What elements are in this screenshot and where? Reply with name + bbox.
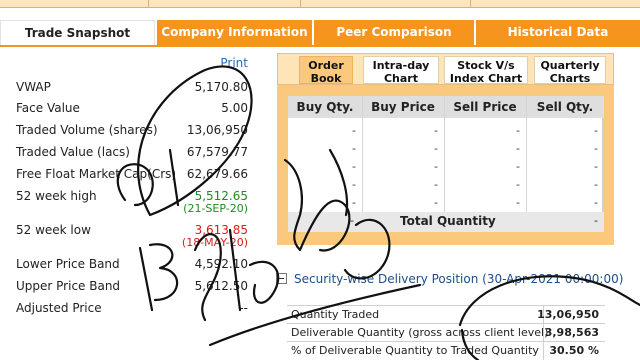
print-link[interactable]: Print [220,56,248,70]
row-label: 52 week low [16,223,91,237]
strip-divider [148,0,149,8]
main-tabs: Trade Snapshot Company Information Peer … [0,20,640,45]
strip-divider [300,0,301,8]
delivery-label: Deliverable Quantity (gross across clien… [291,326,549,339]
row-label: VWAP [16,80,51,94]
total-left-value: - [350,214,354,227]
order-book-cell: - [516,196,520,209]
header-sell-price: Sell Price [453,100,517,114]
order-book-cell: - [352,124,356,137]
row-value: 62,679.66 [186,167,248,181]
delivery-value: 30.50 % [549,344,599,357]
order-book-header: Buy Qty. Buy Price Sell Price Sell Qty. [288,96,604,118]
row-value: 5,170.80 [194,80,248,94]
delivery-value: 3,98,563 [544,326,599,339]
row-date: (21-SEP-20) [183,202,248,215]
delivery-value: 13,06,950 [537,308,599,321]
row-label: 52 week high [16,189,97,203]
order-book-cell: - [352,142,356,155]
order-book-cell: - [352,196,356,209]
row-label: Traded Value (lacs) [16,145,130,159]
order-book-cell: - [516,142,520,155]
order-book-cell: - [434,142,438,155]
order-book-cell: - [594,160,598,173]
row-label: Free Float Market Cap(Crs) [16,167,177,181]
delivery-label: Quantity Traded [291,308,380,321]
top-strip [0,0,640,8]
tab-underline [0,45,640,47]
row-value: -- [239,301,248,315]
collapse-minus-icon[interactable] [276,273,287,284]
order-book-cell: - [434,178,438,191]
subtab-intraday-chart[interactable]: Intra-day Chart [363,56,439,85]
row-value: 5,512.65 [194,189,248,203]
row-label: Face Value [16,101,80,115]
header-buy-price: Buy Price [371,100,435,114]
row-value: 3,613.85 [194,223,248,237]
order-book-total-row: - Total Quantity - [288,212,604,232]
row-value: 5,612.50 [194,279,248,293]
order-book-cell: - [594,196,598,209]
row-date: (18-MAY-20) [181,236,248,249]
header-buy-qty: Buy Qty. [296,100,354,114]
row-value: 13,06,950 [186,123,248,137]
order-book-cell: - [352,178,356,191]
row-label: Upper Price Band [16,279,121,293]
delivery-position-title: Security-wise Delivery Position (30-Apr-… [294,272,624,286]
cell-divider [543,342,544,360]
order-book-cell: - [352,160,356,173]
order-book-panel: Buy Qty. Buy Price Sell Price Sell Qty. … [277,85,614,245]
order-book-table: Buy Qty. Buy Price Sell Price Sell Qty. … [287,95,604,232]
order-book-cell: - [434,124,438,137]
tab-peer-comparison[interactable]: Peer Comparison [314,20,474,45]
table-row: Quantity Traded 13,06,950 [287,305,605,324]
order-book-cell: - [594,142,598,155]
chart-sub-tabs: Order Book Intra-day Chart Stock V/s Ind… [277,53,614,85]
total-right-value: - [594,214,598,227]
order-book-cell: - [516,160,520,173]
order-book-cell: - [594,178,598,191]
order-book-cell: - [594,124,598,137]
row-value: 5.00 [221,101,248,115]
order-book-cell: - [516,178,520,191]
tab-trade-snapshot[interactable]: Trade Snapshot [0,20,155,45]
order-book-cell: - [434,160,438,173]
table-row: % of Deliverable Quantity to Traded Quan… [287,341,605,360]
row-value: 4,592.10 [194,257,248,271]
row-label: Lower Price Band [16,257,120,271]
delivery-position-header: Security-wise Delivery Position (30-Apr-… [276,272,626,290]
row-value: 67,579.77 [186,145,248,159]
order-book-cell: - [516,124,520,137]
scribble-three [138,243,179,312]
row-label: Adjusted Price [16,301,102,315]
tab-historical-data[interactable]: Historical Data [476,20,640,45]
order-book-cell: - [434,196,438,209]
subtab-stock-vs-index-chart[interactable]: Stock V/s Index Chart [444,56,528,85]
header-sell-qty: Sell Qty. [536,100,594,114]
tab-company-information[interactable]: Company Information [157,20,312,45]
strip-divider [470,0,471,8]
delivery-label: % of Deliverable Quantity to Traded Quan… [291,344,539,357]
row-label: Traded Volume (shares) [16,123,158,137]
table-row: Deliverable Quantity (gross across clien… [287,323,605,342]
subtab-quarterly-charts[interactable]: Quarterly Charts [534,56,606,85]
subtab-order-book[interactable]: Order Book [299,56,353,85]
total-quantity-label: Total Quantity [400,214,496,228]
